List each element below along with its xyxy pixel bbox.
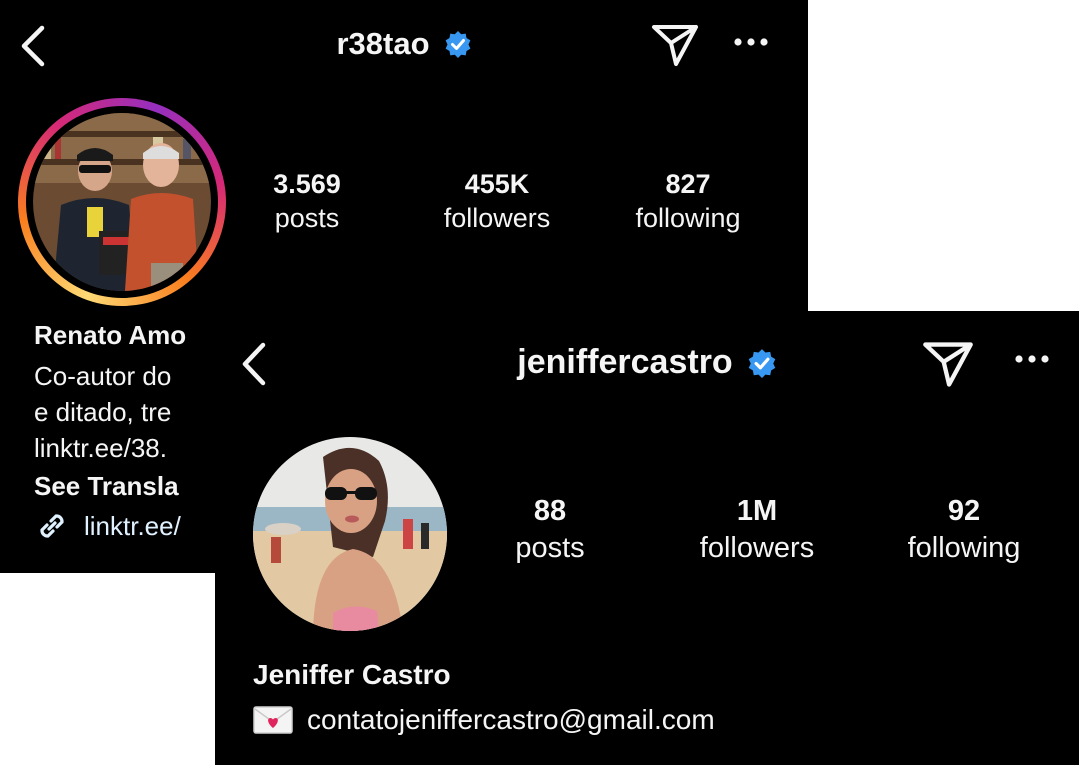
following-count: 827: [665, 169, 711, 199]
following-count: 92: [947, 495, 981, 527]
more-horizontal-icon: [1015, 355, 1049, 363]
bio-line: linktr.ee/38.: [34, 433, 167, 463]
stat-following[interactable]: 827 following: [593, 168, 783, 236]
more-options-button[interactable]: [1013, 351, 1051, 369]
following-label: following: [907, 532, 1021, 564]
stat-followers[interactable]: 455K followers: [402, 168, 592, 236]
love-letter-icon: [253, 706, 293, 734]
followers-count: 455K: [464, 169, 530, 199]
more-options-button[interactable]: [733, 34, 769, 52]
followers-label: followers: [699, 532, 815, 564]
posts-label: posts: [515, 532, 585, 564]
profile-link-text: linktr.ee/: [84, 511, 181, 541]
bio-line: Co-autor do: [34, 361, 172, 391]
send-message-button[interactable]: [650, 22, 700, 73]
followers-label: followers: [443, 203, 551, 233]
following-label: following: [635, 203, 741, 233]
see-translation-button[interactable]: See Transla: [34, 468, 179, 504]
stat-posts[interactable]: 3.569 posts: [212, 168, 402, 236]
bio-line: e ditado, tre: [34, 397, 172, 427]
verified-badge-icon: [445, 31, 470, 58]
posts-count: 3.569: [273, 169, 341, 199]
followers-count: 1M: [736, 495, 778, 527]
display-name: Renato Amo: [34, 320, 187, 350]
posts-label: posts: [274, 203, 340, 233]
profile-header: jeniffercastro: [215, 339, 1079, 389]
contact-email[interactable]: contatojeniffercastro@gmail.com: [253, 704, 715, 736]
link-icon: [40, 514, 64, 538]
email-text: contatojeniffercastro@gmail.com: [307, 704, 715, 735]
profile-header: r38tao: [0, 20, 808, 70]
display-name: Jeniffer Castro: [253, 659, 451, 690]
send-message-button[interactable]: [921, 339, 975, 394]
paper-plane-icon: [923, 342, 973, 387]
profile-link[interactable]: linktr.ee/: [34, 508, 181, 544]
stat-posts[interactable]: 88 posts: [450, 493, 650, 567]
stat-followers[interactable]: 1M followers: [657, 493, 857, 567]
stat-following[interactable]: 92 following: [864, 493, 1064, 567]
username: r38tao: [336, 26, 430, 61]
verified-badge-icon: [748, 348, 775, 378]
more-horizontal-icon: [734, 38, 768, 46]
avatar: [33, 113, 211, 291]
profile-screenshot-jeniffercastro: jeniffercastro 88 posts 1M followers 92 …: [215, 311, 1079, 765]
username: jeniffercastro: [517, 343, 733, 381]
avatar[interactable]: [253, 437, 447, 631]
story-ring[interactable]: [18, 98, 226, 306]
paper-plane-icon: [652, 25, 698, 66]
posts-count: 88: [533, 495, 567, 527]
